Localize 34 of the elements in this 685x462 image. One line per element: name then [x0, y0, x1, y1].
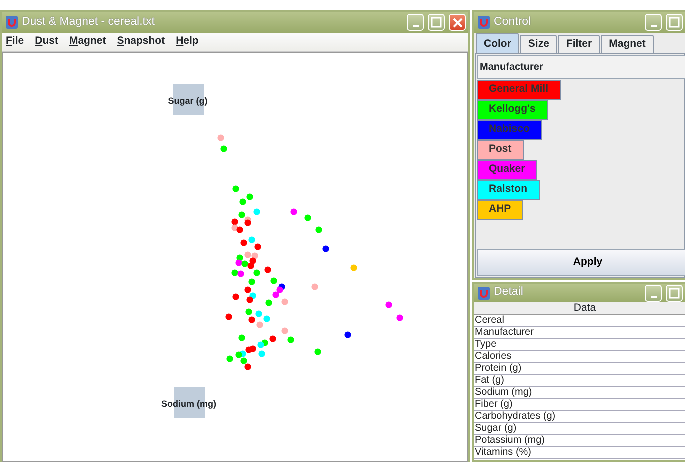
apply-button[interactable]: Apply [477, 249, 685, 276]
color-legend-item[interactable]: Quaker [477, 160, 538, 180]
menu-item[interactable]: Dust [35, 34, 58, 50]
magnet-label: Sugar (g) [168, 95, 208, 108]
table-cell: Sodium (mg) [474, 387, 685, 399]
color-legend-item[interactable]: Kellogg's [477, 100, 548, 120]
table-cell: Fiber (g) [474, 399, 685, 411]
table-cell: Sugar (g) [474, 423, 685, 435]
color-legend-item[interactable]: Post [477, 140, 524, 160]
tab[interactable]: Color [476, 33, 520, 53]
table-cell: Calories [474, 351, 685, 363]
color-legend-item[interactable]: AHP [477, 200, 524, 220]
table-cell: Potassium (mg) [474, 435, 685, 447]
window-title: Control [494, 14, 532, 30]
table-cell: Protein (g) [474, 363, 685, 375]
attribute-dropdown[interactable]: Manufacturer [477, 55, 685, 79]
table-cell: Manufacturer [474, 327, 685, 339]
menu-item[interactable]: Snapshot [117, 34, 166, 50]
magnet-label: Sodium (mg) [162, 398, 216, 411]
table-cell: Vitamins (%) [474, 447, 685, 459]
tab[interactable]: Filter [558, 35, 600, 53]
window-title: Dust & Magnet - cereal.txt [22, 14, 156, 30]
table-cell: Carbohydrates (g) [474, 411, 685, 423]
color-legend-item[interactable]: Ralston [477, 180, 540, 200]
menu-item[interactable]: File [6, 34, 24, 50]
window-title: Detail [494, 285, 524, 300]
menu-item[interactable]: Magnet [69, 34, 106, 50]
table-cell: Type [474, 339, 685, 351]
table-cell: Fat (g) [474, 375, 685, 387]
tab[interactable]: Magnet [601, 35, 654, 53]
column-header: Data [474, 302, 685, 315]
menu-item[interactable]: Help [176, 34, 199, 50]
tab[interactable]: Size [520, 35, 558, 53]
table-cell: Cereal [474, 315, 685, 327]
